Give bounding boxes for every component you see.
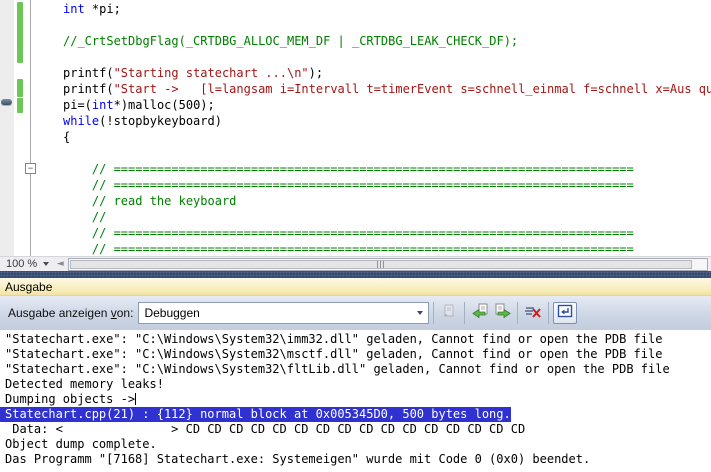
code-line[interactable]: // =====================================…	[63, 241, 711, 256]
output-source-value: Debuggen	[144, 306, 199, 320]
output-line[interactable]: Das Programm "[7168] Statechart.exe: Sys…	[0, 452, 711, 467]
previous-message-button[interactable]	[469, 302, 491, 324]
output-line-highlighted[interactable]: Statechart.cpp(21) : {112} normal block …	[0, 407, 511, 422]
code-line[interactable]: while(!stopbykeyboard)	[63, 113, 711, 129]
output-panel-title-label: Ausgabe	[5, 280, 52, 294]
breakpoint-margin[interactable]	[0, 0, 14, 256]
output-log[interactable]: "Statechart.exe": "C:\Windows\System32\i…	[0, 330, 711, 472]
output-source-dropdown[interactable]: Debuggen	[138, 302, 429, 324]
code-line[interactable]: //_CrtSetDbgFlag(_CRTDBG_ALLOC_MEM_DF | …	[63, 33, 711, 49]
toolbar-separator	[464, 302, 465, 324]
code-line[interactable]: pi=(int*)malloc(500);	[63, 97, 711, 113]
code-line[interactable]: // =====================================…	[63, 161, 711, 177]
next-message-button[interactable]	[491, 302, 513, 324]
find-message-button	[438, 302, 460, 324]
clear-all-button[interactable]	[522, 302, 544, 324]
scrollbar-grip-icon	[377, 261, 385, 268]
outline-margin-line	[30, 0, 31, 256]
toolbar-separator	[517, 302, 518, 324]
find-message-icon	[441, 303, 457, 324]
change-tracking-bar	[17, 98, 23, 113]
toolbar-separator	[548, 302, 549, 324]
code-line[interactable]: // =====================================…	[63, 225, 711, 241]
word-wrap-toggle-button[interactable]	[553, 302, 577, 324]
word-wrap-toggle-icon	[557, 304, 573, 323]
scrollbar-thumb[interactable]	[70, 260, 692, 269]
output-toolbar: Ausgabe anzeigen von: Debuggen	[0, 296, 711, 330]
code-text: int *pi; //_CrtSetDbgFlag(_CRTDBG_ALLOC_M…	[63, 1, 711, 256]
chevron-down-icon	[412, 303, 428, 323]
code-line[interactable]: {	[63, 129, 711, 145]
change-tracking-bar	[17, 2, 23, 63]
previous-message-icon	[472, 303, 489, 324]
change-tracking-bar	[17, 79, 23, 97]
panel-splitter[interactable]	[0, 271, 711, 278]
output-line[interactable]: "Statechart.exe": "C:\Windows\System32\m…	[0, 347, 711, 362]
code-line[interactable]: printf("Start -> [l=langsam i=Intervall …	[63, 81, 711, 97]
code-line[interactable]	[63, 17, 711, 33]
zoom-level-value: 100 %	[6, 257, 37, 272]
code-line[interactable]	[63, 145, 711, 161]
scroll-left-arrow[interactable]: ◄	[54, 257, 66, 272]
output-line[interactable]: Detected memory leaks!	[0, 377, 711, 392]
clear-all-icon	[524, 303, 542, 324]
output-panel-title[interactable]: Ausgabe	[0, 278, 711, 296]
code-line[interactable]	[63, 49, 711, 65]
toolbar-separator	[433, 302, 434, 324]
text-caret	[135, 393, 136, 405]
code-line[interactable]: int *pi;	[63, 1, 711, 17]
show-output-from-label: Ausgabe anzeigen von:	[8, 306, 133, 320]
zoom-level-dropdown[interactable]: 100 %	[0, 257, 54, 272]
next-message-icon	[494, 303, 511, 324]
code-line[interactable]: //	[63, 209, 711, 225]
output-line[interactable]: "Statechart.exe": "C:\Windows\System32\i…	[0, 332, 711, 347]
output-line[interactable]: Data: < > CD CD CD CD CD CD CD CD CD CD …	[0, 422, 711, 437]
code-editor[interactable]: − int *pi; //_CrtSetDbgFlag(_CRTDBG_ALLOC…	[0, 0, 711, 256]
horizontal-scrollbar[interactable]	[68, 258, 708, 271]
code-line[interactable]: printf("Starting statechart ...\n");	[63, 65, 711, 81]
code-line[interactable]: // =====================================…	[63, 177, 711, 193]
bookmark-icon	[1, 99, 12, 105]
editor-bottom-bar: 100 % ◄	[0, 256, 711, 271]
output-line[interactable]: Object dump complete.	[0, 437, 711, 452]
code-line[interactable]: // read the keyboard	[63, 193, 711, 209]
output-line[interactable]: "Statechart.exe": "C:\Windows\System32\f…	[0, 362, 711, 377]
visual-studio-window: − int *pi; //_CrtSetDbgFlag(_CRTDBG_ALLOC…	[0, 0, 711, 472]
collapse-region-button[interactable]: −	[25, 163, 36, 174]
chevron-down-icon	[43, 262, 49, 266]
output-line[interactable]: Dumping objects ->	[0, 392, 711, 407]
